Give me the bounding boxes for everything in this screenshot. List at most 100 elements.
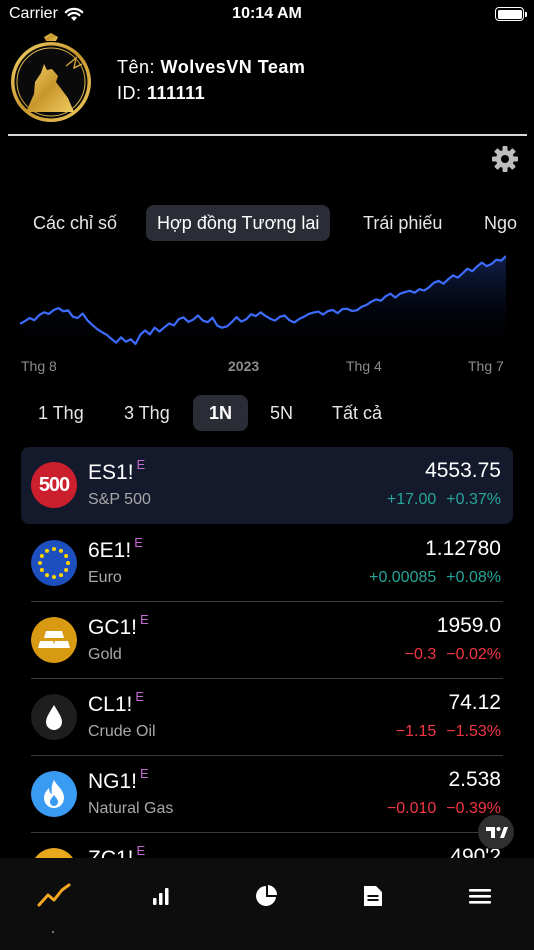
instrument-change: +0.00085 +0.08% [369,569,501,587]
gear-icon[interactable] [491,145,519,173]
instrument-name: Euro [88,569,122,586]
instrument-price: 2.538 [448,768,501,791]
tab-forex[interactable]: Ngo [484,205,517,241]
pie-chart-icon [256,885,278,906]
change-percent: +0.37% [446,491,501,508]
clock: 10:14 AM [232,5,302,22]
header-divider [8,134,527,136]
eu-star [39,554,44,558]
list-item-es1[interactable]: 500 ES1! E S&P 500 4553.75 +17.00 +0.37% [21,447,513,524]
instrument-symbol: GC1! E [88,612,149,640]
tab-portfolio[interactable] [247,880,287,912]
instrument-symbol: 6E1! E [88,535,143,563]
status-bar: Carrier 10:14 AM [0,0,534,30]
price-chart[interactable] [20,250,506,350]
change-value: +17.00 [386,491,437,508]
list-item-zc1[interactable]: ZC1!E 490'2 [21,833,513,858]
sp500-icon: 500 [31,462,77,508]
exchange-badge: E [140,612,149,627]
exchange-badge: E [140,766,149,781]
tab-menu[interactable] [460,880,500,912]
exchange-badge: E [134,535,143,550]
document-icon [364,886,382,906]
list-item-cl1[interactable]: CL1! E Crude Oil 74.12 −1.15 −1.53% [21,679,513,756]
range-tab-5y[interactable]: 5N [270,395,293,431]
tab-news[interactable] [353,880,393,912]
instrument-change: −1.15 −1.53% [396,723,501,741]
eu-star [52,575,56,579]
instrument-symbol: NG1! E [88,766,149,794]
change-percent: +0.08% [446,569,501,586]
instrument-symbol: ZC1!E [88,843,145,858]
profile-id-line: ID: 111111 [117,80,305,106]
bar-chart-icon [153,888,169,905]
change-value: −0.010 [386,800,437,817]
chart-x-axis: Thg 8 2023 Thg 4 Thg 7 [0,358,534,376]
eu-star [52,547,56,551]
symbol-text: ZC1! [88,847,134,858]
instrument-price: 1.12780 [425,537,501,560]
name-label: Tên: [117,57,156,77]
instrument-name: Gold [88,646,122,663]
eu-star [39,568,44,572]
range-tab-3m[interactable]: 3 Thg [124,395,170,431]
eu-star [59,548,63,553]
instrument-symbol: CL1! E [88,689,144,717]
tab-futures[interactable]: Hợp đồng Tương lai [146,205,331,241]
tab-markets[interactable] [34,880,74,912]
profile-name: WolvesVN Team [160,57,306,77]
id-label: ID: [117,83,142,103]
eu-star [64,568,69,572]
tradingview-logo-icon[interactable] [478,815,514,849]
chart-area-fill [20,256,506,350]
symbol-text: 6E1! [88,539,132,562]
instrument-change: −0.3 −0.02% [405,646,501,664]
range-tab-1m[interactable]: 1 Thg [38,395,84,431]
home-indicator [52,931,54,933]
instrument-name: S&P 500 [88,491,151,508]
tab-indices[interactable]: Các chỉ số [33,205,117,241]
range-tab-all[interactable]: Tất cả [332,395,382,431]
change-percent: −1.53% [446,723,501,740]
exchange-badge: E [136,457,146,472]
gas-flame-icon [31,771,77,817]
list-item-ng1[interactable]: NG1! E Natural Gas 2.538 −0.010 −0.39% [21,756,513,833]
symbol-text: ES1! [88,461,134,484]
instrument-price: 1959.0 [436,614,501,637]
profile-id: 111111 [147,83,206,103]
tab-bar [0,858,534,950]
x-tick-label: Thg 7 [468,358,504,374]
gold-bars-icon [31,617,77,663]
tab-bonds[interactable]: Trái phiếu [363,205,442,241]
list-item-gc1[interactable]: GC1! E Gold 1959.0 −0.3 −0.02% [21,602,513,679]
battery-icon [495,7,527,21]
wolf-logo-icon[interactable] [8,32,94,124]
change-value: −1.15 [395,723,437,740]
eu-star [45,573,49,578]
menu-icon [469,889,491,904]
instrument-price: 4553.75 [425,459,501,482]
instrument-change: +17.00 +0.37% [387,491,501,509]
eu-flag-icon [31,540,77,586]
instrument-price: 74.12 [448,691,501,714]
profile-name-line: Tên: WolvesVN Team [117,54,305,80]
change-value: −0.3 [404,646,437,663]
instrument-change: −0.010 −0.39% [387,800,501,818]
eu-star [45,548,49,553]
tab-stats[interactable] [141,880,181,912]
eu-star [66,561,70,565]
x-tick-label: Thg 4 [346,358,382,374]
eu-star [64,554,69,558]
eu-star [38,561,42,565]
instrument-name: Crude Oil [88,723,156,740]
change-percent: −0.02% [446,646,501,663]
instrument-symbol: ES1! E [88,457,146,485]
change-value: +0.00085 [369,569,437,586]
range-tab-1y[interactable]: 1N [193,395,249,431]
x-tick-label: 2023 [228,358,260,374]
eu-star [59,573,63,578]
symbol-text: GC1! [88,616,138,639]
list-item-6e1[interactable]: 6E1! E Euro 1.12780 +0.00085 +0.08% [21,525,513,602]
category-tabs: Các chỉ số Hợp đồng Tương lai Trái phiếu… [0,205,534,243]
instrument-name: Natural Gas [88,800,174,817]
